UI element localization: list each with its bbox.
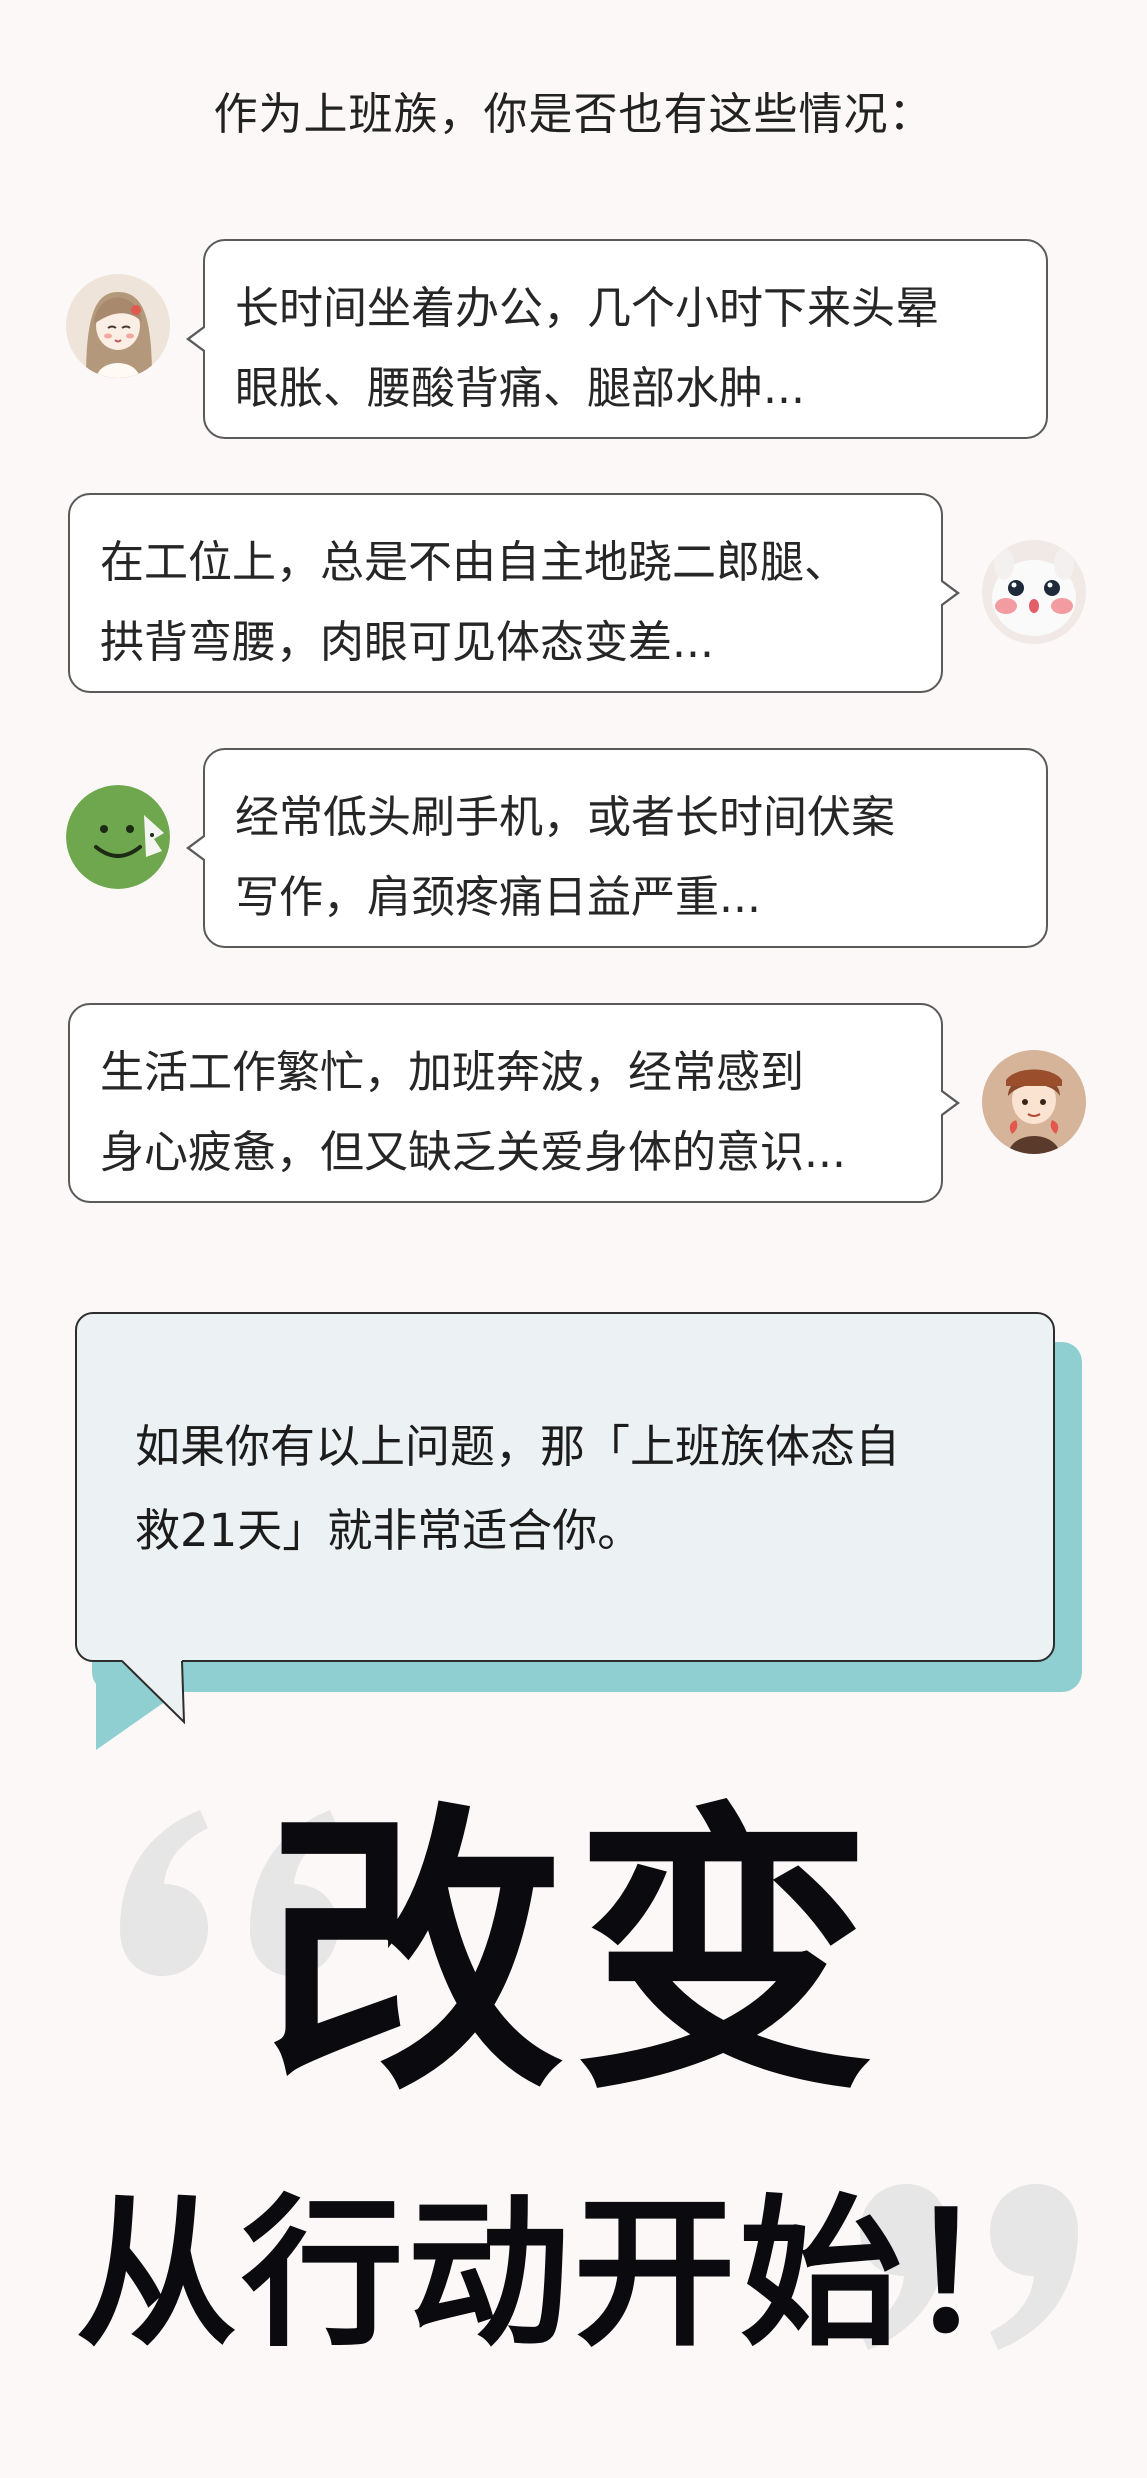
chat-bubble-2: 在工位上，总是不由自主地跷二郎腿、 拱背弯腰，肉眼可见体态变差... [68,493,960,693]
green-smiley-avatar [66,785,170,889]
chat-bubble-1: 长时间坐着办公，几个小时下来头晕 眼胀、腰酸背痛、腿部水肿... [186,239,1048,439]
chat-line: 写作，肩颈疼痛日益严重... [235,872,761,923]
girl-avatar [66,274,170,378]
plush-bunny-avatar [982,540,1086,644]
chat-bubble-3: 经常低头刷手机，或者长时间伏案 写作，肩颈疼痛日益严重... [186,748,1048,948]
boy-avatar [982,1050,1086,1154]
headline-primary: 改变 [263,1780,884,2129]
chat-line: 在工位上，总是不由自主地跷二郎腿、 [100,537,848,588]
chat-line: 经常低头刷手机，或者长时间伏案 [235,792,895,843]
headline-secondary: 从行动开始！ [75,2181,1072,2369]
chat-line: 拱背弯腰，肉眼可见体态变差... [100,617,714,668]
chat-line: 生活工作繁忙，加班奔波，经常感到 [100,1047,804,1098]
callout-text: 如果你有以上问题，那「上班族体态自 救21天」就非常适合你。 [135,1405,1035,1573]
chat-bubble-4: 生活工作繁忙，加班奔波，经常感到 身心疲惫，但又缺乏关爱身体的意识... [68,1003,960,1203]
callout-line-2: 救21天」就非常适合你。 [135,1504,643,1557]
chat-line: 眼胀、腰酸背痛、腿部水肿... [235,363,805,414]
chat-line: 长时间坐着办公，几个小时下来头晕 [235,283,939,334]
intro-heading: 作为上班族，你是否也有这些情况： [213,89,934,140]
callout-tail [122,1660,186,1724]
chat-line: 身心疲惫，但又缺乏关爱身体的意识... [100,1127,846,1178]
callout-line-1: 如果你有以上问题，那「上班族体态自 [135,1420,901,1473]
